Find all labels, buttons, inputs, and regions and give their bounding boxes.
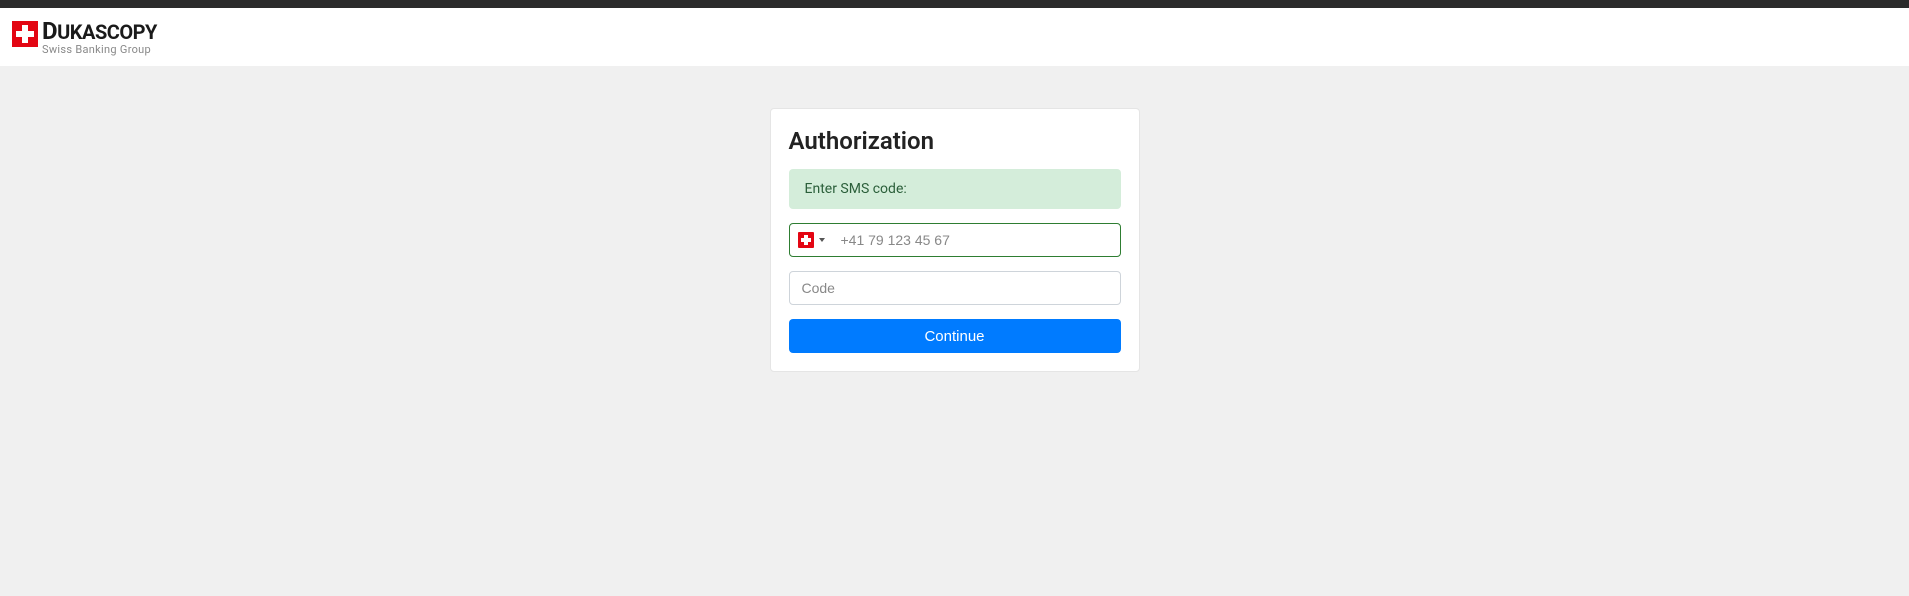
chevron-down-icon: [819, 238, 825, 242]
top-bar: [0, 0, 1909, 8]
sms-code-input[interactable]: [789, 271, 1121, 305]
swiss-cross-icon: [12, 21, 38, 47]
brand-logo[interactable]: DUKASCOPY Swiss Banking Group: [12, 19, 157, 55]
main-area: Authorization Enter SMS code: Continue: [0, 66, 1909, 372]
switzerland-flag-icon: [798, 232, 814, 248]
info-banner: Enter SMS code:: [789, 169, 1121, 209]
continue-button[interactable]: Continue: [789, 319, 1121, 353]
brand-text-group: DUKASCOPY Swiss Banking Group: [42, 19, 157, 55]
header: DUKASCOPY Swiss Banking Group: [0, 8, 1909, 66]
phone-input[interactable]: [833, 224, 1120, 256]
authorization-card: Authorization Enter SMS code: Continue: [770, 108, 1140, 372]
card-title: Authorization: [789, 127, 1121, 155]
country-code-dropdown[interactable]: [790, 224, 833, 256]
brand-tagline: Swiss Banking Group: [42, 44, 157, 55]
brand-name: DUKASCOPY: [42, 19, 157, 43]
phone-input-group: [789, 223, 1121, 257]
